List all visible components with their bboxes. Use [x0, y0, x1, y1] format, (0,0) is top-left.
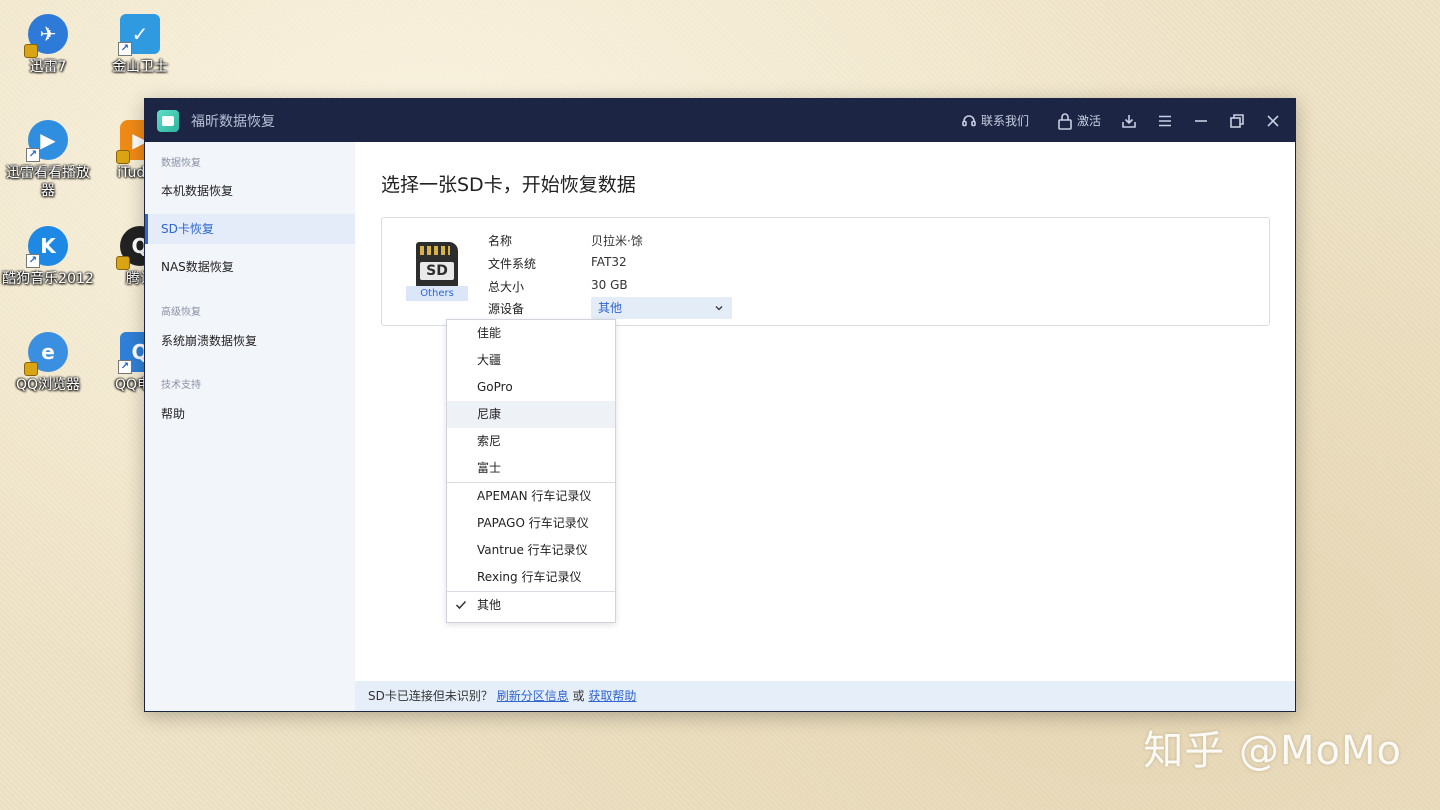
desktop-icon-qqbrowser[interactable]: e QQ浏览器 — [2, 332, 94, 394]
source-device-label: 源设备 — [488, 302, 525, 316]
close-button[interactable] — [1255, 99, 1295, 142]
browser-icon: e — [24, 332, 68, 376]
activate-label: 激活 — [1076, 114, 1101, 128]
get-help-link[interactable]: 获取帮助 — [588, 689, 636, 703]
total-size-value: 30 GB — [591, 278, 628, 292]
minimize-button[interactable] — [1183, 99, 1219, 142]
sd-icon-text: SD — [420, 262, 454, 280]
app-title: 福昕数据恢复 — [191, 113, 275, 130]
source-device-selected: 其他 — [598, 301, 623, 315]
sidebar-item-crash-recovery[interactable]: 系统崩溃数据恢复 — [145, 326, 355, 356]
sidebar-item-sd-recovery[interactable]: SD卡恢复 — [145, 214, 355, 244]
sidebar-section-support: 技术支持 — [161, 380, 201, 391]
title-bar[interactable]: 福昕数据恢复 联系我们 激活 — [145, 99, 1295, 142]
dropdown-option-vantrue[interactable]: Vantrue 行车记录仪 — [447, 537, 615, 564]
dropdown-option-apeman[interactable]: APEMAN 行车记录仪 — [447, 483, 615, 510]
desktop-icon-jinshan[interactable]: ✓ ↗ 金山卫士 — [94, 14, 186, 76]
desktop-icon-label: QQ浏览器 — [15, 377, 81, 393]
desktop-icon-xunlei-player[interactable]: ▶ ↗ 迅雷看看播放器 — [2, 120, 94, 200]
dropdown-option-fujifilm[interactable]: 富士 — [447, 455, 615, 482]
lock-icon — [1058, 112, 1072, 130]
dropdown-option-gopro[interactable]: GoPro — [447, 374, 615, 401]
sidebar: 数据恢复 本机数据恢复 SD卡恢复 NAS数据恢复 高级恢复 系统崩溃数据恢复 … — [145, 142, 355, 711]
sd-card-icon: SD Others — [406, 242, 468, 302]
desktop-icon-xunlei[interactable]: ✈ 迅雷7 — [2, 14, 94, 76]
status-bar: SD卡已连接但未识别？ 刷新分区信息 或 获取帮助 — [355, 681, 1295, 711]
restore-button[interactable] — [1219, 99, 1255, 142]
name-label: 名称 — [488, 234, 513, 248]
shield-icon: ✓ ↗ — [118, 14, 160, 56]
filesystem-label: 文件系统 — [488, 257, 537, 271]
dropdown-option-papago[interactable]: PAPAGO 行车记录仪 — [447, 510, 615, 537]
dropdown-option-nikon[interactable]: 尼康 — [447, 401, 615, 428]
sidebar-section-advanced: 高级恢复 — [161, 307, 201, 318]
desktop-icon-label: 酷狗音乐2012 — [2, 271, 94, 287]
dropdown-option-other-label: 其他 — [477, 598, 502, 612]
source-device-select[interactable]: 其他 — [591, 297, 732, 319]
watermark: 知乎 @MoMo — [1143, 728, 1402, 774]
download-icon — [1122, 114, 1136, 128]
sd-card-item[interactable]: SD Others 名称 贝拉米·馀 文件系统 FAT32 总大小 30 GB … — [381, 217, 1270, 326]
dropdown-option-dji[interactable]: 大疆 — [447, 347, 615, 374]
contact-us-label: 联系我们 — [980, 114, 1029, 128]
close-icon — [1267, 114, 1279, 127]
activate-button[interactable]: 激活 — [1047, 99, 1111, 142]
status-message: SD卡已连接但未识别？ — [368, 689, 493, 703]
player-icon: ▶ ↗ — [26, 120, 68, 162]
dropdown-option-other[interactable]: 其他 — [447, 592, 615, 619]
sidebar-item-nas-recovery[interactable]: NAS数据恢复 — [145, 252, 355, 282]
checkmark-icon — [455, 600, 467, 610]
sidebar-item-help[interactable]: 帮助 — [145, 399, 355, 429]
chevron-down-icon — [715, 306, 723, 311]
restore-icon — [1230, 113, 1244, 128]
sidebar-section-data-recovery: 数据恢复 — [161, 158, 201, 169]
app-logo-icon — [157, 109, 179, 132]
xunlei-icon: ✈ — [24, 14, 68, 58]
menu-button[interactable] — [1147, 99, 1183, 142]
app-window: 福昕数据恢复 联系我们 激活 数据恢复 本机数据恢复 SD卡恢复 NAS数据恢复… — [144, 98, 1296, 712]
dropdown-option-sony[interactable]: 索尼 — [447, 428, 615, 455]
source-device-dropdown: 佳能 大疆 GoPro 尼康 索尼 富士 APEMAN 行车记录仪 PAPAGO… — [446, 319, 616, 623]
refresh-partition-link[interactable]: 刷新分区信息 — [497, 689, 569, 703]
desktop-icon-label: 迅雷7 — [29, 59, 67, 75]
desktop-icon-label: 金山卫士 — [112, 59, 168, 75]
filesystem-value: FAT32 — [591, 255, 627, 269]
status-or-text: 或 — [572, 689, 585, 703]
sidebar-item-local-recovery[interactable]: 本机数据恢复 — [145, 176, 355, 206]
download-button[interactable] — [1111, 99, 1147, 142]
desktop-icon-label: 迅雷看看播放器 — [6, 165, 90, 199]
dropdown-option-rexing[interactable]: Rexing 行车记录仪 — [447, 564, 615, 591]
headset-icon — [962, 114, 976, 126]
name-value: 贝拉米·馀 — [591, 234, 643, 248]
dropdown-option-canon[interactable]: 佳能 — [447, 320, 615, 347]
page-title: 选择一张SD卡，开始恢复数据 — [381, 174, 636, 196]
total-size-label: 总大小 — [488, 280, 525, 294]
menu-icon — [1159, 115, 1171, 126]
kugou-icon: K ↗ — [26, 226, 68, 268]
desktop-icon-kugou[interactable]: K ↗ 酷狗音乐2012 — [2, 226, 94, 288]
minimize-icon — [1195, 119, 1207, 122]
sd-icon-badge: Others — [406, 286, 468, 301]
contact-us-button[interactable]: 联系我们 — [951, 99, 1039, 142]
